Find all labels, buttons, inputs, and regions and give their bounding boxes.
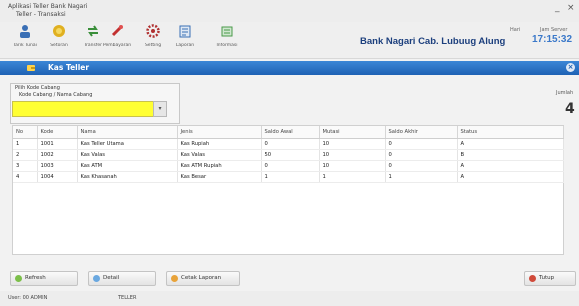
cell: 0: [261, 138, 320, 150]
cell: Kas Khasanah: [77, 171, 178, 183]
bank-branch-name: Bank Nagari Cab. Lubuug Alung: [360, 36, 506, 47]
cell: Kas Teller Utama: [77, 138, 178, 150]
cell: 0: [385, 160, 458, 172]
close-panel-button[interactable]: ×: [566, 63, 575, 72]
toolbar-item-label: Pembayaran: [102, 43, 132, 48]
refresh-button-label: Refresh: [25, 275, 46, 281]
cell: 10: [319, 160, 386, 172]
toolbar-item-tarik-tunai[interactable]: Tarik Tunai: [8, 24, 42, 54]
toolbar-item-label: Tarik Tunai: [13, 43, 37, 48]
panel-title: Kas Teller: [48, 63, 90, 72]
day-label: Hari: [510, 27, 521, 33]
cell: 0: [385, 149, 458, 161]
coin-icon: [53, 25, 65, 37]
cell: 1001: [37, 138, 78, 150]
detail-icon: [93, 275, 100, 282]
cell: 10: [319, 149, 386, 161]
cell: 50: [261, 149, 320, 161]
grid-header-row: No Kode Nama Jenis Saldo Awal Mutasi Sal…: [13, 126, 564, 139]
column-header[interactable]: Saldo Awal: [261, 126, 320, 139]
data-grid: No Kode Nama Jenis Saldo Awal Mutasi Sal…: [12, 125, 564, 255]
cell: 1004: [37, 171, 78, 183]
column-header[interactable]: No: [13, 126, 38, 139]
wallet-icon: [27, 65, 35, 71]
status-role: TELLER: [118, 295, 137, 301]
refresh-button[interactable]: Refresh: [10, 271, 78, 286]
toolbar-item-pembayaran[interactable]: Pembayaran: [100, 24, 134, 54]
cell: 3: [13, 160, 38, 172]
table-row[interactable]: 4 1004 Kas Khasanah Kas Besar 1 1 1 A: [13, 171, 564, 183]
detail-button[interactable]: Detail: [88, 271, 156, 286]
cell: 4: [13, 171, 38, 183]
cell: 2: [13, 149, 38, 161]
column-header[interactable]: Mutasi: [319, 126, 386, 139]
close-button-label: Tutup: [539, 275, 555, 281]
cell: A: [457, 138, 564, 150]
cell: 1: [261, 171, 320, 183]
filter-sublabel: Kode Cabang / Nama Cabang: [19, 92, 93, 98]
cell: 1: [385, 171, 458, 183]
count-label: Jumlah: [556, 90, 574, 96]
column-header[interactable]: Nama: [77, 126, 178, 139]
cell: A: [457, 171, 564, 183]
report-icon: [179, 25, 191, 38]
toolbar-item-setting[interactable]: Setting: [136, 24, 170, 54]
toolbar-item-label: Setting: [144, 43, 162, 48]
payment-icon: [111, 25, 123, 37]
cell: Kas Valas: [177, 149, 262, 161]
panel-header: Kas Teller ×: [0, 61, 579, 75]
combo-dropdown-button[interactable]: ▾: [153, 101, 167, 117]
cell: 1: [13, 138, 38, 150]
cell: B: [457, 149, 564, 161]
server-clock: 17:15:32: [532, 34, 573, 45]
table-row[interactable]: 1 1001 Kas Teller Utama Kas Rupiah 0 10 …: [13, 138, 564, 150]
table-row[interactable]: 3 1003 Kas ATM Kas ATM Rupiah 0 10 0 A: [13, 160, 564, 172]
filter-label: Pilih Kode Cabang: [15, 85, 60, 91]
cell: 1002: [37, 149, 78, 161]
cell: Kas ATM: [77, 160, 178, 172]
cell: Kas Rupiah: [177, 138, 262, 150]
detail-button-label: Detail: [103, 275, 120, 281]
exit-icon: [529, 275, 536, 282]
window-titlebar: Aplikasi Teller Bank Nagari Teller - Tra…: [0, 0, 579, 22]
cell: A: [457, 160, 564, 172]
print-report-button-label: Cetak Laporan: [181, 275, 222, 281]
count-value: 4: [565, 101, 575, 117]
gear-icon: [146, 24, 160, 38]
table-row[interactable]: 2 1002 Kas Valas Kas Valas 50 10 0 B: [13, 149, 564, 161]
cell: Kas Valas: [77, 149, 178, 161]
cell: 1: [319, 171, 386, 183]
window-subtitle: Teller - Transaksi: [16, 11, 66, 18]
toolbar-item-setoran[interactable]: Setoran: [42, 24, 76, 54]
info-icon: [221, 26, 233, 37]
window-title: Aplikasi Teller Bank Nagari: [8, 3, 88, 10]
print-icon: [171, 275, 178, 282]
toolbar-item-label: Informasi: [216, 43, 238, 48]
cashier-icon: [20, 25, 30, 38]
branch-combo-input[interactable]: [12, 101, 154, 117]
column-header[interactable]: Saldo Akhir: [385, 126, 458, 139]
cell: 10: [319, 138, 386, 150]
status-bar: User: 00 ADMIN TELLER: [0, 291, 579, 306]
column-header[interactable]: Kode: [37, 126, 78, 139]
server-time-label: Jam Server: [540, 27, 568, 33]
close-window-button[interactable]: ×: [567, 3, 575, 13]
close-button[interactable]: Tutup: [524, 271, 576, 286]
column-header[interactable]: Jenis: [177, 126, 262, 139]
cell: 1003: [37, 160, 78, 172]
toolbar-item-label: Setoran: [50, 43, 68, 48]
transfer-icon: [88, 25, 98, 37]
column-header[interactable]: Status: [457, 126, 564, 139]
refresh-icon: [15, 275, 22, 282]
status-user: User: 00 ADMIN: [8, 295, 48, 301]
minimize-button[interactable]: _: [555, 3, 560, 13]
cell: Kas ATM Rupiah: [177, 160, 262, 172]
cell: 0: [385, 138, 458, 150]
print-report-button[interactable]: Cetak Laporan: [166, 271, 240, 286]
toolbar-item-label: Laporan: [175, 43, 195, 48]
cell: Kas Besar: [177, 171, 262, 183]
cell: 0: [261, 160, 320, 172]
toolbar-item-informasi[interactable]: Informasi: [210, 24, 244, 54]
toolbar-item-laporan[interactable]: Laporan: [168, 24, 202, 54]
